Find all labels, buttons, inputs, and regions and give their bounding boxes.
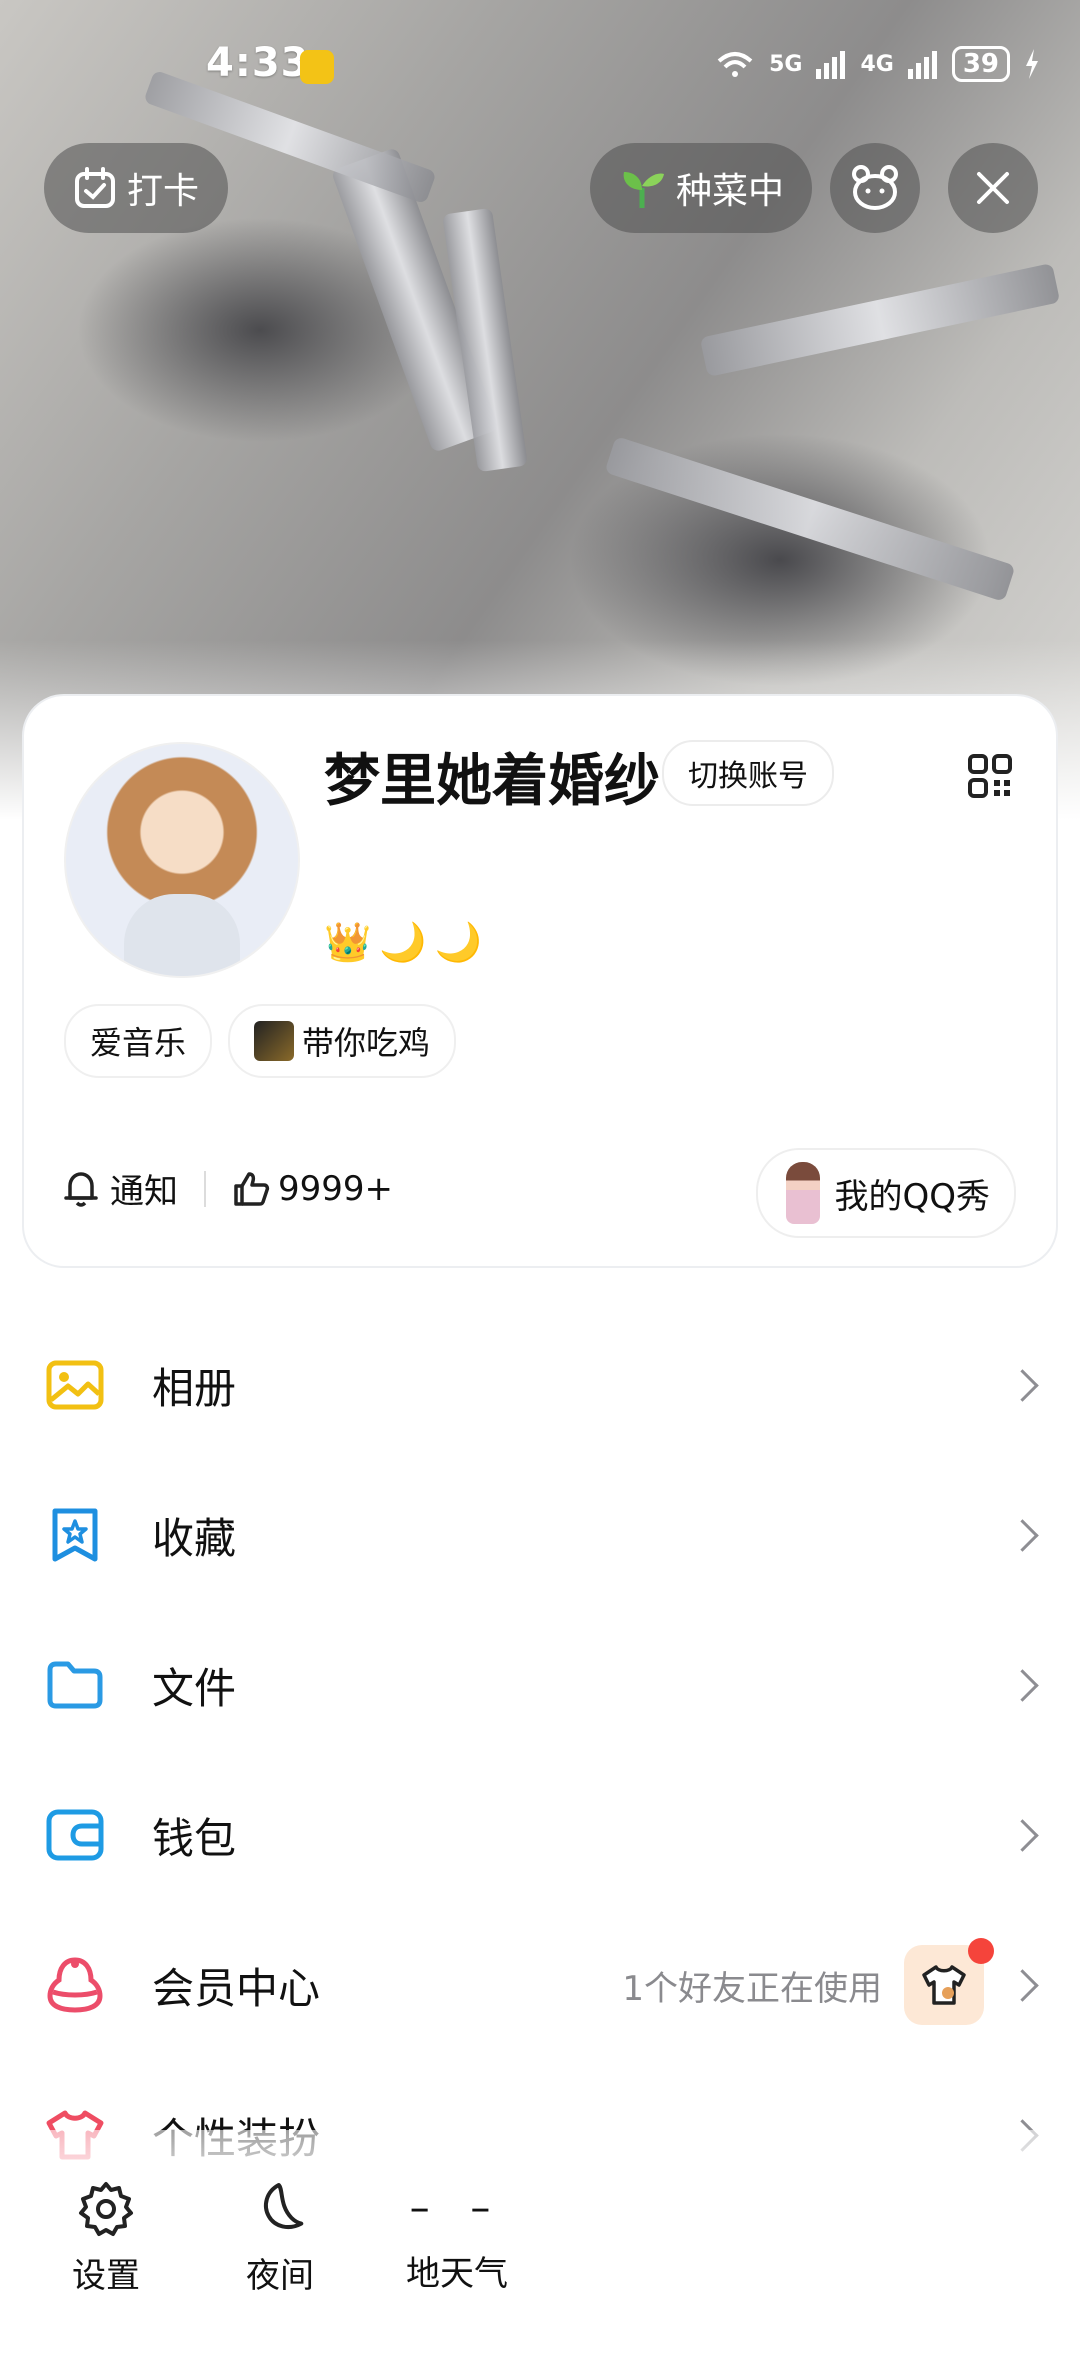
menu-label: 钱包 xyxy=(152,1813,237,1863)
menu-label: 相册 xyxy=(152,1363,237,1413)
crown-badge-icon: 👑 xyxy=(324,920,372,964)
battery-indicator: 39 xyxy=(951,46,1010,82)
avatar[interactable] xyxy=(64,742,300,978)
moon-badge-icon: 🌙 xyxy=(434,920,482,964)
level-badges[interactable]: 👑 🌙 🌙 xyxy=(324,920,482,965)
new-badge-dot xyxy=(968,1938,994,1964)
garden-button[interactable]: 种菜中 xyxy=(590,143,812,233)
notify-label: 通知 xyxy=(110,1172,178,1212)
weather-value: – – xyxy=(409,2185,505,2231)
tag-game[interactable]: 带你吃鸡 xyxy=(228,1004,457,1078)
wifi-icon xyxy=(717,52,753,77)
member-friends-note: 1个好友正在使用 xyxy=(622,1968,882,2009)
settings-label: 设置 xyxy=(72,2256,140,2296)
menu-label: 文件 xyxy=(152,1663,237,1713)
chevron-right-icon xyxy=(1006,1968,1039,2002)
chevron-right-icon xyxy=(1006,1818,1039,1852)
tag-label: 爱音乐 xyxy=(90,1024,187,1062)
charging-icon xyxy=(1026,49,1038,79)
chevron-right-icon xyxy=(1006,1518,1039,1552)
menu-label: 会员中心 xyxy=(152,1963,321,2013)
checkin-button[interactable]: 打卡 xyxy=(44,143,228,233)
profile-card: 梦里她着婚纱 切换账号 👑 🌙 🌙 爱音乐 带你吃鸡 通知 9999+ 我的QQ… xyxy=(24,696,1056,1266)
tag-music[interactable]: 爱音乐 xyxy=(64,1004,213,1078)
checkin-label: 打卡 xyxy=(126,171,199,212)
likes-button[interactable]: 9999+ xyxy=(232,1169,393,1209)
night-label: 夜间 xyxy=(246,2256,314,2296)
network-5g-label: 5G xyxy=(769,51,803,77)
status-bar: 4:33 5G 4G 39 xyxy=(0,0,1080,140)
signal-icon xyxy=(907,51,937,79)
app-notification-icon xyxy=(300,50,334,84)
profile-stats: 通知 9999+ xyxy=(64,1164,393,1213)
menu-item-favorites[interactable]: 收藏 xyxy=(0,1460,1080,1610)
notify-button[interactable]: 通知 xyxy=(64,1164,178,1213)
cover-decoration xyxy=(699,263,1061,377)
divider xyxy=(204,1170,206,1207)
status-time: 4:33 xyxy=(206,40,310,86)
weather-widget[interactable]: – – 地天气 xyxy=(382,2180,532,2295)
tag-label: 带你吃鸡 xyxy=(302,1024,431,1062)
settings-button[interactable]: 设置 xyxy=(60,2180,152,2297)
status-indicators: 5G 4G 39 xyxy=(715,46,1040,82)
network-4g-label: 4G xyxy=(860,51,894,77)
game-thumbnail xyxy=(254,1021,295,1061)
qq-show-button[interactable]: 我的QQ秀 xyxy=(756,1148,1016,1238)
likes-count: 9999+ xyxy=(278,1168,394,1209)
member-icon xyxy=(44,1954,106,2016)
moon-icon xyxy=(264,2182,304,2230)
qr-code-icon[interactable] xyxy=(968,754,1012,798)
pet-face-icon xyxy=(852,165,898,210)
menu-list: 相册 收藏 文件 钱包 会员中心 1个好友正在使用 xyxy=(0,1310,1080,2210)
qq-show-label: 我的QQ秀 xyxy=(834,1176,990,1217)
bookmark-star-icon xyxy=(44,1504,106,1566)
garden-label: 种菜中 xyxy=(675,171,784,212)
close-icon xyxy=(977,172,1009,204)
qq-show-avatar xyxy=(786,1162,821,1224)
menu-item-files[interactable]: 文件 xyxy=(0,1610,1080,1760)
nickname[interactable]: 梦里她着婚纱 xyxy=(324,736,660,817)
gear-icon xyxy=(79,2182,133,2236)
bell-icon xyxy=(64,1171,98,1207)
menu-item-member-center[interactable]: 会员中心 1个好友正在使用 xyxy=(0,1910,1080,2060)
switch-account-button[interactable]: 切换账号 xyxy=(662,740,834,806)
weather-label: 地天气 xyxy=(406,2254,508,2294)
menu-label: 收藏 xyxy=(152,1513,237,1563)
cover-decoration xyxy=(604,436,1016,602)
close-button[interactable] xyxy=(948,143,1038,233)
menu-item-album[interactable]: 相册 xyxy=(0,1310,1080,1460)
chevron-right-icon xyxy=(1006,1668,1039,1702)
chevron-right-icon xyxy=(1006,1368,1039,1402)
image-icon xyxy=(44,1354,106,1416)
night-mode-button[interactable]: 夜间 xyxy=(234,2180,326,2297)
moon-badge-icon: 🌙 xyxy=(379,920,427,964)
menu-item-wallet[interactable]: 钱包 xyxy=(0,1760,1080,1910)
pet-button[interactable] xyxy=(830,143,920,233)
profile-tags: 爱音乐 带你吃鸡 xyxy=(64,1004,457,1078)
sprout-icon xyxy=(623,172,664,208)
bottom-toolbar: 设置 夜间 – – 地天气 xyxy=(0,2130,1080,2376)
thumbs-up-icon xyxy=(234,1171,270,1206)
calendar-check-icon xyxy=(74,167,115,208)
wallet-icon xyxy=(44,1804,106,1866)
folder-icon xyxy=(44,1654,106,1716)
signal-icon xyxy=(816,51,846,79)
